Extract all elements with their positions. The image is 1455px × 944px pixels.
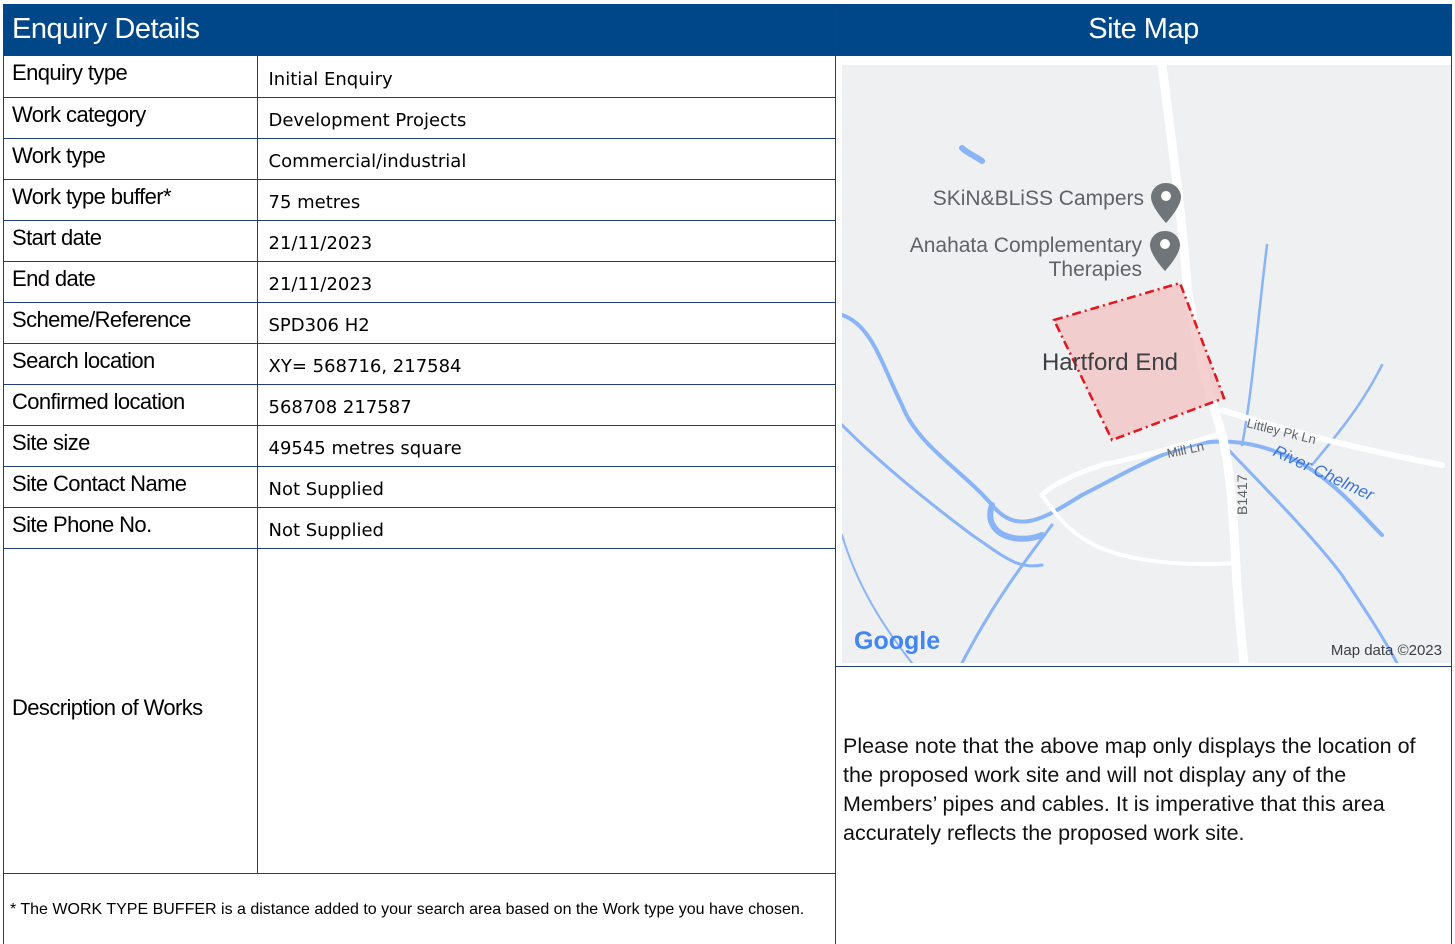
work-type-label: Work type <box>4 138 258 180</box>
detail-row: Work category Development Projects <box>4 97 836 139</box>
google-logo: Google <box>854 627 940 655</box>
start-date-label: Start date <box>4 220 258 262</box>
place-label-therapies-line1: Anahata Complementary <box>910 234 1143 257</box>
site-phone-no-label: Site Phone No. <box>4 507 258 549</box>
description-label: Description of Works <box>4 548 258 874</box>
detail-row: Confirmed location 568708 217587 <box>4 384 836 426</box>
place-label-therapies-line2: Therapies <box>1049 258 1142 281</box>
detail-row: Site Phone No. Not Supplied <box>4 507 836 549</box>
enquiry-details-table: Enquiry type Initial Enquiry Work category… <box>4 56 836 874</box>
work-type-buffer-label: Work type buffer* <box>4 179 258 221</box>
place-label-village: Hartford End <box>1042 349 1178 376</box>
place-label-campers: SKiN&BLiSS Campers <box>933 187 1144 210</box>
search-location-value: XY= 568716, 217584 <box>257 343 836 385</box>
map-attribution[interactable]: Map data ©2023 <box>1331 642 1442 659</box>
site-contact-name-value: Not Supplied <box>257 466 836 508</box>
site-size-value: 49545 metres square <box>257 425 836 467</box>
map-divider <box>836 666 1451 667</box>
scheme-reference-label: Scheme/Reference <box>4 302 258 344</box>
site-map-panel: Site Map SKiN&BLiSS Campers Anahata Comp… <box>835 4 1452 944</box>
site-map-title: Site Map <box>836 4 1451 56</box>
detail-row: Scheme/Reference SPD306 H2 <box>4 302 836 344</box>
road-label-b1417: B1417 <box>1234 474 1250 515</box>
detail-row: End date 21/11/2023 <box>4 261 836 303</box>
site-contact-name-label: Site Contact Name <box>4 466 258 508</box>
confirmed-location-value: 568708 217587 <box>257 384 836 426</box>
site-size-label: Site size <box>4 425 258 467</box>
detail-row: Site size 49545 metres square <box>4 425 836 467</box>
site-map[interactable]: SKiN&BLiSS Campers Anahata Complementary… <box>842 65 1451 663</box>
confirmed-location-label: Confirmed location <box>4 384 258 426</box>
enquiry-details-panel: Enquiry Details Enquiry type Initial Enqu… <box>3 4 836 944</box>
description-value <box>257 548 836 874</box>
description-row: Description of Works <box>4 548 836 874</box>
map-canvas: SKiN&BLiSS Campers Anahata Complementary… <box>842 65 1451 663</box>
enquiry-type-label: Enquiry type <box>4 56 258 98</box>
work-type-buffer-footnote: * The WORK TYPE BUFFER is a distance add… <box>4 889 836 944</box>
site-phone-no-value: Not Supplied <box>257 507 836 549</box>
enquiry-details-title: Enquiry Details <box>4 4 836 56</box>
work-category-value: Development Projects <box>257 97 836 139</box>
end-date-value: 21/11/2023 <box>257 261 836 303</box>
detail-row: Work type Commercial/industrial <box>4 138 836 180</box>
detail-row: Work type buffer* 75 metres <box>4 179 836 221</box>
work-type-value: Commercial/industrial <box>257 138 836 180</box>
scheme-reference-value: SPD306 H2 <box>257 302 836 344</box>
enquiry-type-value: Initial Enquiry <box>257 56 836 98</box>
work-type-buffer-value: 75 metres <box>257 179 836 221</box>
detail-row: Start date 21/11/2023 <box>4 220 836 262</box>
start-date-value: 21/11/2023 <box>257 220 836 262</box>
detail-row: Search location XY= 568716, 217584 <box>4 343 836 385</box>
detail-row: Enquiry type Initial Enquiry <box>4 56 836 98</box>
work-category-label: Work category <box>4 97 258 139</box>
map-disclaimer-note: Please note that the above map only disp… <box>843 734 1416 845</box>
search-location-label: Search location <box>4 343 258 385</box>
detail-row: Site Contact Name Not Supplied <box>4 466 836 508</box>
end-date-label: End date <box>4 261 258 303</box>
